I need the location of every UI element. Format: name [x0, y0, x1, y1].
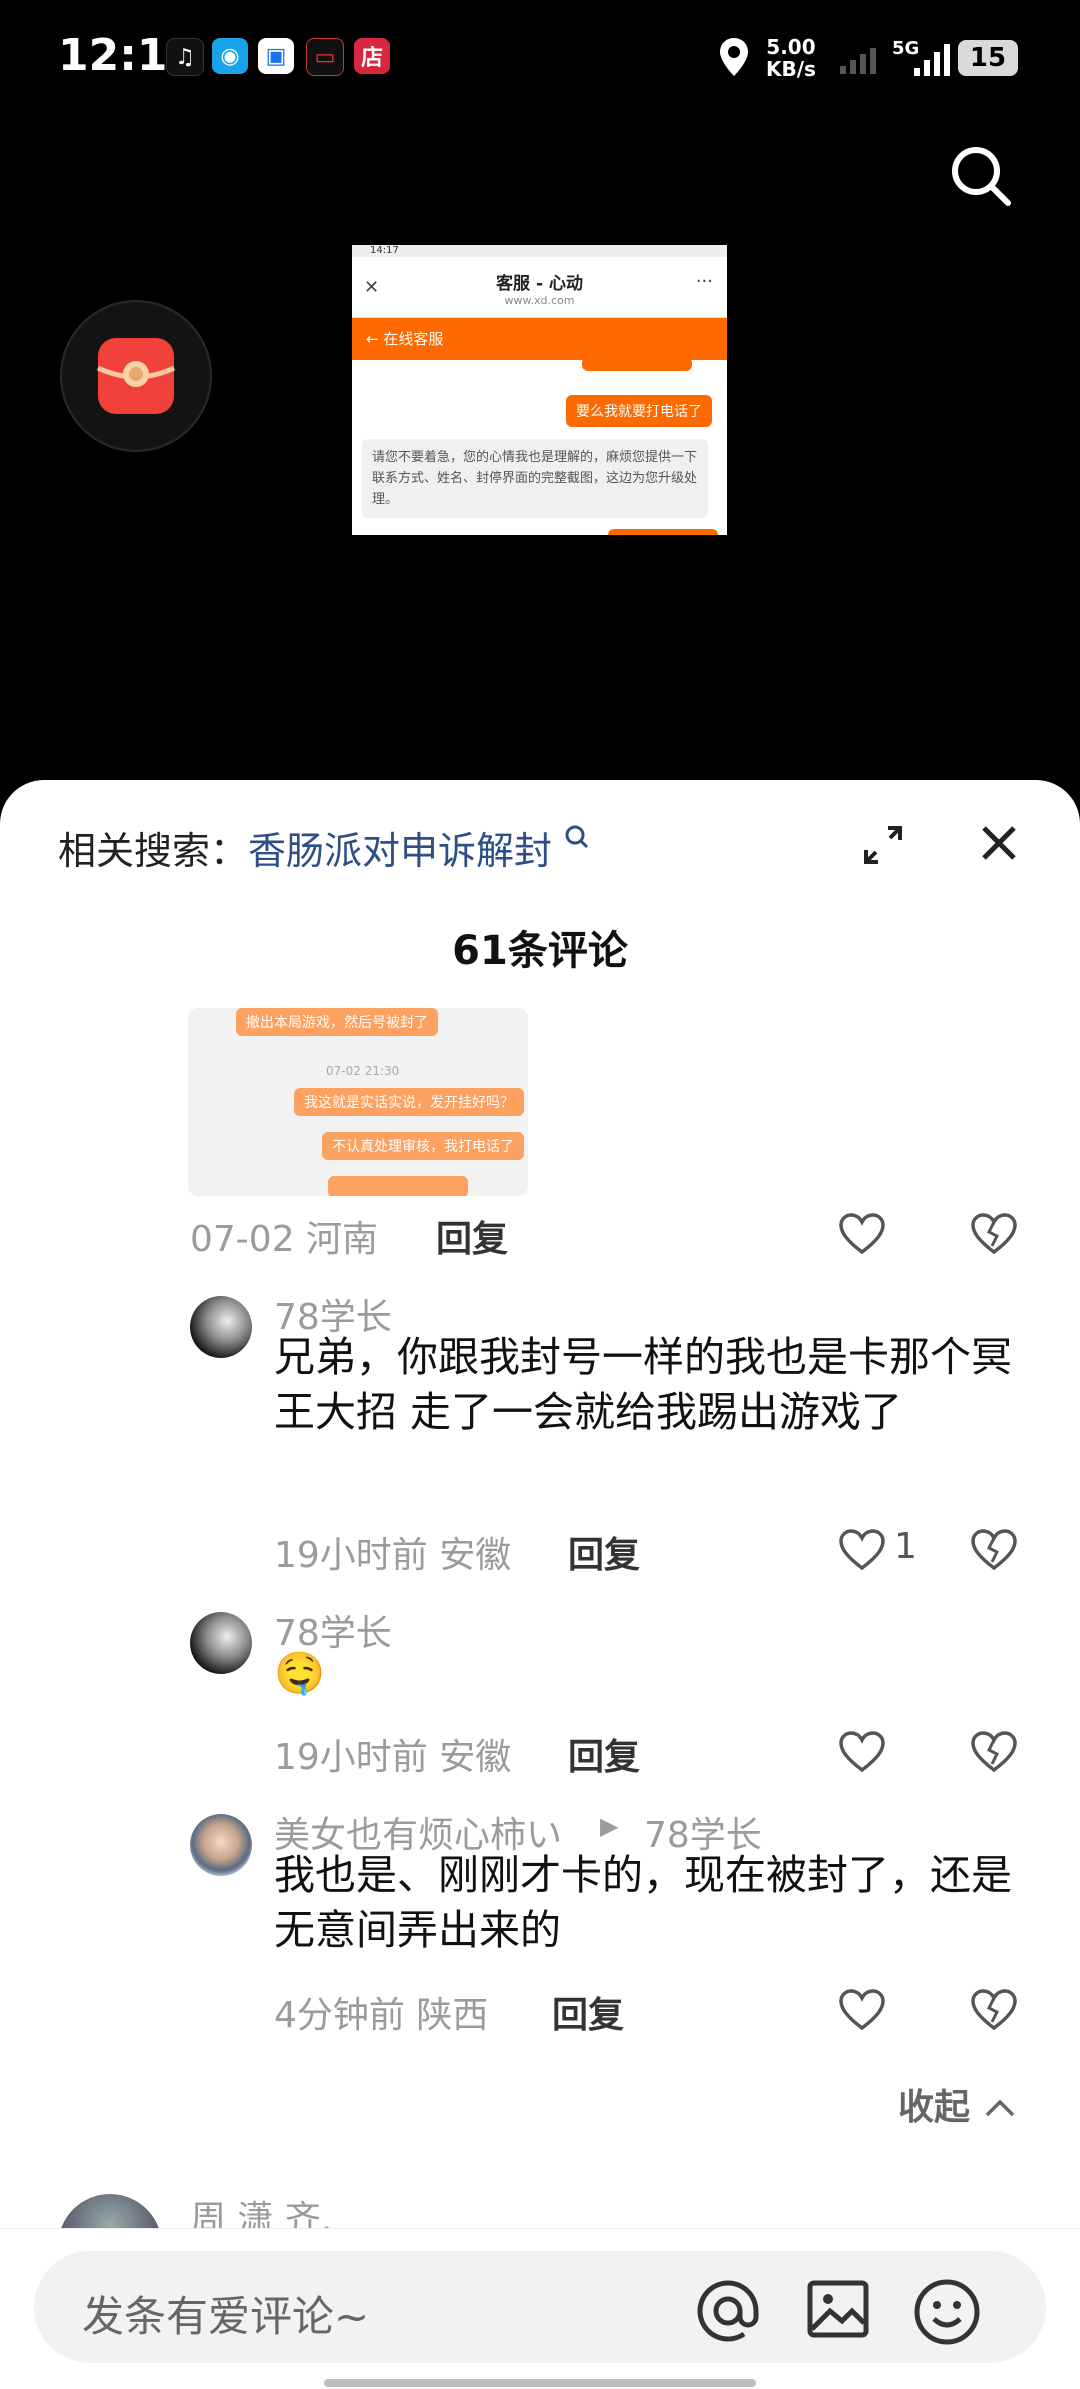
like-icon[interactable]	[838, 1212, 886, 1256]
comment-meta: 19小时前 安徽	[274, 1737, 512, 1778]
comment-input-placeholder: 发条有爱评论~	[82, 2292, 370, 2341]
search-icon[interactable]	[950, 145, 1012, 207]
thumb-line-1: 撤出本局游戏，然后号被封了	[236, 1008, 438, 1036]
red-packet-button[interactable]	[60, 300, 212, 452]
more-icon: ···	[695, 271, 713, 292]
reply-button[interactable]: 回复	[568, 1526, 640, 1578]
shot-banner: ← 在线客服	[352, 318, 727, 360]
location-icon	[720, 38, 748, 76]
shot-bubble: 要么我就要打电话了	[566, 395, 712, 427]
wifi-app-icon: ◉	[212, 38, 248, 74]
video-screenshot[interactable]: 14:17 ✕ 客服 - 心动 www.xd.com ··· ← 在线客服 要么…	[352, 245, 727, 535]
comment-meta: 07-02 河南	[190, 1219, 379, 1260]
thumb-line-2: 07-02 21:30	[326, 1064, 400, 1078]
close-icon[interactable]	[980, 824, 1018, 862]
avatar[interactable]	[190, 1612, 252, 1674]
shot-url: www.xd.com	[504, 294, 575, 307]
close-icon: ✕	[364, 277, 380, 298]
emoji-icon[interactable]	[912, 2277, 982, 2347]
comment-sheet: 相关搜索：香肠派对申诉解封 61条评论 撤出本局游戏，然后号被封了 07-02 …	[0, 780, 1080, 2388]
music-app-icon: ♫	[166, 38, 204, 76]
comment-count: 61条评论	[452, 928, 628, 974]
comment-text: 兄弟，你跟我封号一样的我也是卡那个冥王大招 走了一会就给我踢出游戏了	[274, 1333, 1012, 1436]
reply-button[interactable]: 回复	[552, 1986, 624, 2038]
like-icon[interactable]	[838, 1988, 886, 2032]
dislike-icon[interactable]	[970, 1212, 1018, 1256]
comment-input-bar: 发条有爱评论~	[0, 2228, 1080, 2389]
home-indicator[interactable]	[324, 2379, 756, 2387]
comment-meta: 4分钟前 陕西	[274, 1995, 489, 2036]
shot-status-time: 14:17	[352, 245, 727, 257]
shot-bubble-partial-2	[608, 529, 718, 535]
small-search-icon	[565, 825, 589, 849]
comment-input[interactable]: 发条有爱评论~	[34, 2251, 1046, 2363]
store-app-icon: 店	[354, 38, 390, 74]
shot-bubble-partial	[582, 357, 692, 371]
related-search[interactable]: 相关搜索：香肠派对申诉解封	[58, 820, 590, 875]
comment-image[interactable]: 撤出本局游戏，然后号被封了 07-02 21:30 我这就是实话实说，发开挂好吗…	[188, 1008, 528, 1196]
avatar[interactable]	[190, 1296, 252, 1358]
thumb-line-4: 不认真处理审核，我打电话了	[322, 1132, 524, 1160]
signal-strong-icon	[914, 44, 950, 76]
reply-button[interactable]: 回复	[568, 1728, 640, 1780]
thumb-line-3: 我这就是实话实说，发开挂好吗？	[294, 1088, 524, 1116]
dislike-icon[interactable]	[970, 1988, 1018, 2032]
comment-text: 🤤	[274, 1649, 326, 1697]
like-icon[interactable]	[838, 1730, 886, 1774]
expand-icon[interactable]	[862, 824, 904, 866]
thumb-bubble-partial	[328, 1176, 468, 1196]
reply-arrow-icon: ▶	[600, 1812, 619, 1840]
dislike-icon[interactable]	[970, 1528, 1018, 1572]
mention-icon[interactable]	[694, 2277, 762, 2345]
cloud-app-icon: ▣	[258, 38, 294, 74]
comment-text: 我也是、刚刚才卡的，现在被封了，还是无意间弄出来的	[274, 1851, 1012, 1954]
avatar[interactable]	[190, 1814, 252, 1876]
battery-indicator: 15	[958, 40, 1018, 76]
signal-weak-icon	[840, 48, 876, 74]
like-count: 1	[894, 1526, 917, 1567]
dislike-icon[interactable]	[970, 1730, 1018, 1774]
image-icon[interactable]	[806, 2277, 870, 2341]
collapse-replies-button[interactable]: 收起	[898, 2078, 1017, 2130]
related-search-label: 相关搜索：	[58, 829, 249, 873]
status-bar: 12:11 ♫ ◉ ▣ ▭ 店 5.00 KB/s 5G 15	[0, 0, 1080, 118]
shot-title: 客服 - 心动	[496, 274, 583, 294]
chevron-up-icon	[985, 2099, 1014, 2117]
net-speed: 5.00 KB/s	[766, 35, 816, 81]
shot-header: ✕ 客服 - 心动 www.xd.com ···	[352, 257, 727, 318]
comment-meta: 19小时前 安徽	[274, 1535, 512, 1576]
related-search-keyword[interactable]: 香肠派对申诉解封	[248, 829, 552, 873]
video-app-icon: ▭	[306, 38, 344, 76]
like-icon[interactable]	[838, 1528, 886, 1572]
red-packet-icon	[96, 338, 176, 414]
shot-agent-message: 请您不要着急，您的心情我也是理解的，麻烦您提供一下联系方式、姓名、封停界面的完整…	[362, 439, 708, 518]
reply-button[interactable]: 回复	[436, 1210, 508, 1262]
